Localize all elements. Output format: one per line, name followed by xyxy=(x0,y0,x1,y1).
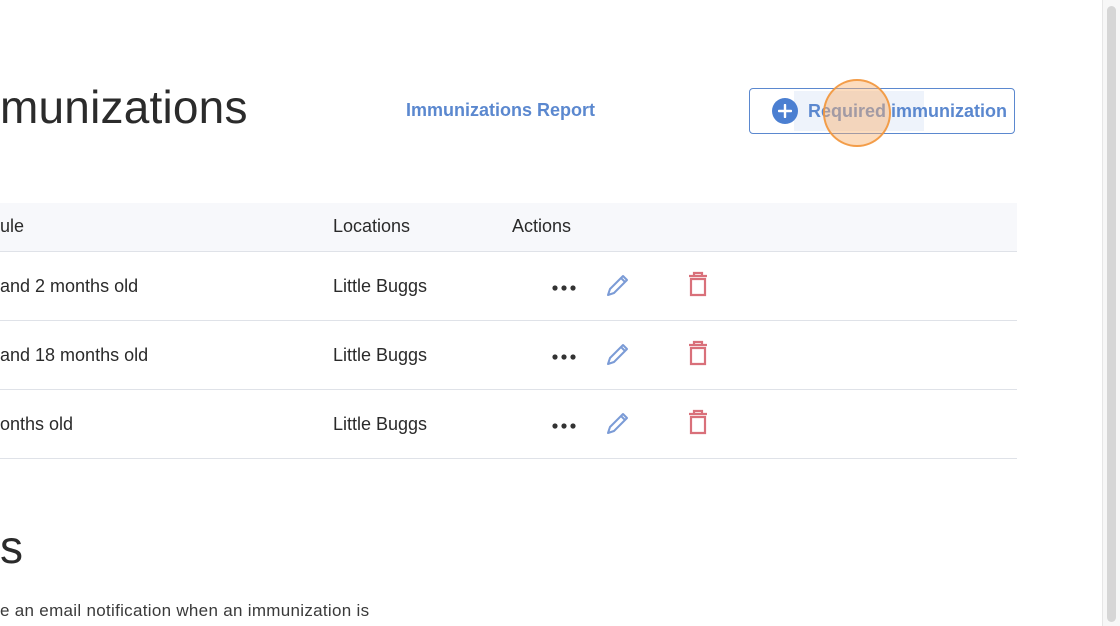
add-required-immunization-button[interactable]: Required immunization xyxy=(749,88,1015,134)
page-title: munizations xyxy=(0,81,248,133)
trash-icon[interactable] xyxy=(686,408,710,441)
row-schedule: and 2 months old xyxy=(0,276,139,296)
scrollbar-thumb[interactable] xyxy=(1107,6,1116,622)
plus-circle-icon xyxy=(772,98,798,124)
notifications-section-title: s xyxy=(0,521,23,573)
immunizations-table: ule Locations Actions and 2 months old L… xyxy=(0,203,1017,459)
row-schedule: onths old xyxy=(0,414,74,434)
table-header: ule Locations Actions xyxy=(0,203,1017,252)
header-schedule: ule xyxy=(0,216,25,236)
pencil-icon[interactable] xyxy=(604,409,632,442)
add-required-immunization-label: Required immunization xyxy=(808,100,1008,121)
pencil-icon[interactable] xyxy=(604,271,632,304)
row-schedule: and 18 months old xyxy=(0,345,149,365)
more-horizontal-icon[interactable] xyxy=(551,349,577,367)
immunizations-report-link[interactable]: Immunizations Report xyxy=(406,100,595,121)
trash-icon[interactable] xyxy=(686,270,710,303)
notifications-description: e an email notification when an immuniza… xyxy=(0,601,370,620)
header-actions: Actions xyxy=(512,216,572,236)
trash-icon[interactable] xyxy=(686,339,710,372)
more-horizontal-icon[interactable] xyxy=(551,418,577,436)
row-location: Little Buggs xyxy=(333,414,428,434)
table-row: and 18 months old Little Buggs xyxy=(0,321,1017,390)
table-row: and 2 months old Little Buggs xyxy=(0,252,1017,321)
row-location: Little Buggs xyxy=(333,345,428,365)
header-locations: Locations xyxy=(333,216,411,236)
table-row: onths old Little Buggs xyxy=(0,390,1017,459)
more-horizontal-icon[interactable] xyxy=(551,280,577,298)
vertical-scrollbar[interactable] xyxy=(1102,0,1120,626)
pencil-icon[interactable] xyxy=(604,340,632,373)
row-location: Little Buggs xyxy=(333,276,428,296)
